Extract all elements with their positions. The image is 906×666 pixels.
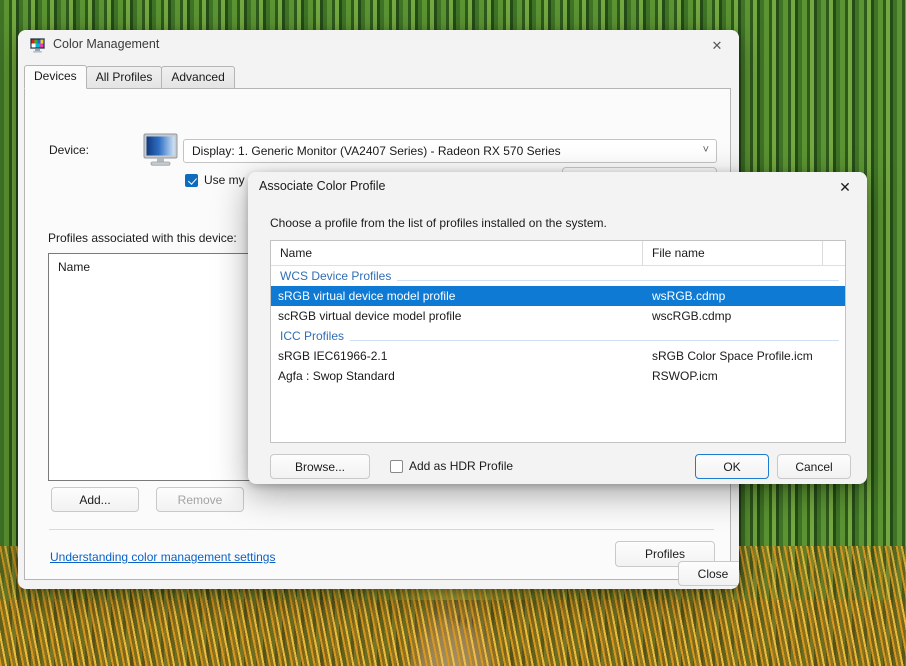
use-my-settings-checkbox[interactable] bbox=[185, 173, 198, 187]
display-monitor-icon bbox=[143, 133, 178, 166]
panel-divider bbox=[49, 529, 714, 530]
profile-name: sRGB IEC61966-2.1 bbox=[278, 349, 388, 363]
group-rule bbox=[280, 340, 839, 341]
tab-strip: Devices All Profiles Advanced bbox=[24, 65, 235, 89]
device-dropdown-value: Display: 1. Generic Monitor (VA2407 Seri… bbox=[192, 144, 561, 158]
list-item[interactable]: scRGB virtual device model profile wscRG… bbox=[271, 306, 845, 326]
column-header-file-name[interactable]: File name bbox=[643, 241, 823, 265]
associate-color-profile-dialog: Associate Color Profile ✕ Choose a profi… bbox=[248, 172, 867, 484]
associated-profiles-column-name: Name bbox=[58, 260, 91, 274]
dialog-title: Associate Color Profile bbox=[259, 179, 386, 193]
dialog-titlebar: Associate Color Profile ✕ bbox=[248, 172, 867, 203]
browse-button[interactable]: Browse... bbox=[270, 454, 370, 479]
add-as-hdr-checkbox[interactable] bbox=[390, 459, 403, 473]
group-header-wcs: WCS Device Profiles bbox=[271, 266, 845, 286]
profile-name: Agfa : Swop Standard bbox=[278, 369, 395, 383]
dialog-close-icon[interactable]: ✕ bbox=[823, 172, 867, 203]
column-header-spacer bbox=[823, 241, 845, 265]
window-title: Color Management bbox=[53, 37, 160, 51]
device-label: Device: bbox=[49, 143, 90, 157]
color-monitor-icon bbox=[30, 38, 45, 53]
profiles-associated-label: Profiles associated with this device: bbox=[48, 231, 237, 245]
understanding-color-management-link[interactable]: Understanding color management settings bbox=[50, 550, 275, 564]
close-window-button[interactable]: Close bbox=[678, 561, 739, 586]
cancel-button[interactable]: Cancel bbox=[777, 454, 851, 479]
profile-file-name: RSWOP.icm bbox=[652, 369, 718, 383]
tab-devices[interactable]: Devices bbox=[24, 65, 87, 89]
listview-header: Name File name bbox=[271, 241, 845, 266]
group-label-wcs: WCS Device Profiles bbox=[280, 266, 398, 286]
profile-file-name: sRGB Color Space Profile.icm bbox=[652, 349, 813, 363]
profile-name: scRGB virtual device model profile bbox=[278, 309, 462, 323]
profile-name: sRGB virtual device model profile bbox=[278, 289, 456, 303]
chevron-down-icon: ˅ bbox=[702, 144, 709, 156]
device-dropdown[interactable]: Display: 1. Generic Monitor (VA2407 Seri… bbox=[183, 139, 717, 163]
add-profile-button[interactable]: Add... bbox=[51, 487, 139, 512]
group-label-icc: ICC Profiles bbox=[280, 326, 351, 346]
profile-file-name: wscRGB.cdmp bbox=[652, 309, 732, 323]
window-close-icon[interactable]: ✕ bbox=[695, 30, 739, 61]
list-item[interactable]: sRGB IEC61966-2.1 sRGB Color Space Profi… bbox=[271, 346, 845, 366]
group-header-icc: ICC Profiles bbox=[271, 326, 845, 346]
add-as-hdr-label: Add as HDR Profile bbox=[409, 459, 514, 473]
list-item[interactable]: sRGB virtual device model profile wsRGB.… bbox=[271, 286, 845, 306]
column-header-name[interactable]: Name bbox=[271, 241, 643, 265]
dialog-instruction: Choose a profile from the list of profil… bbox=[270, 216, 607, 230]
profile-file-name: wsRGB.cdmp bbox=[652, 289, 726, 303]
window-titlebar: Color Management ✕ bbox=[18, 30, 739, 61]
remove-profile-button: Remove bbox=[156, 487, 244, 512]
tab-advanced[interactable]: Advanced bbox=[161, 66, 235, 88]
list-item[interactable]: Agfa : Swop Standard RSWOP.icm bbox=[271, 366, 845, 386]
tab-all-profiles[interactable]: All Profiles bbox=[85, 66, 163, 88]
ok-button[interactable]: OK bbox=[695, 454, 769, 479]
profile-listview[interactable]: Name File name WCS Device Profiles sRGB … bbox=[270, 240, 846, 443]
add-as-hdr-checkbox-row[interactable]: Add as HDR Profile bbox=[390, 459, 513, 473]
